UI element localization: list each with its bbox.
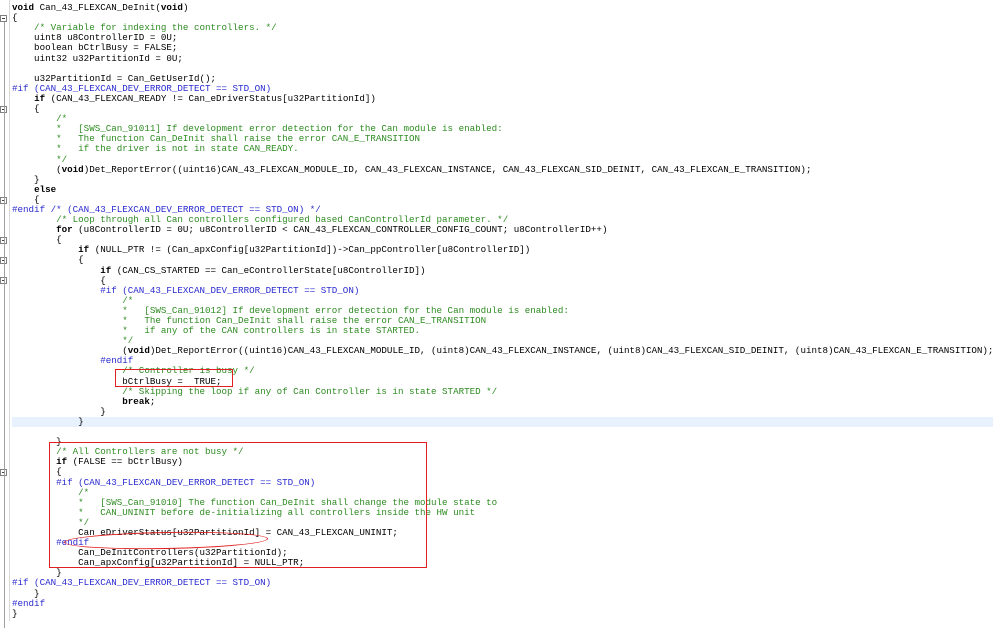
code-line[interactable]	[12, 427, 993, 437]
code-editor[interactable]: /* ... */void Can_43_FLEXCAN_DeInit(void…	[0, 0, 998, 628]
fold-gutter[interactable]	[0, 0, 10, 628]
code-line[interactable]: if (CAN_43_FLEXCAN_READY != Can_eDriverS…	[12, 93, 993, 104]
code-line[interactable]: break;	[12, 396, 993, 407]
code-line[interactable]: }	[12, 174, 993, 185]
code-line[interactable]: * if the driver is not in state CAN_READ…	[12, 144, 993, 154]
highlight-box-bctrlbusy	[115, 369, 233, 387]
code-line[interactable]: uint32 u32PartitionId = 0U;	[12, 53, 993, 64]
code-line[interactable]: }	[12, 608, 993, 619]
highlight-box-not-busy-block	[49, 442, 427, 568]
code-line[interactable]: else	[12, 184, 993, 195]
code-line[interactable]: }	[12, 416, 994, 428]
fold-toggle-icon[interactable]	[0, 14, 7, 22]
code-line[interactable]: #endif	[12, 598, 993, 609]
code-line[interactable]: if (NULL_PTR != (Can_apxConfig[u32Partit…	[12, 245, 993, 255]
code-line[interactable]: (void)Det_ReportError((uint16)CAN_43_FLE…	[12, 164, 993, 175]
code-line[interactable]: }	[12, 406, 993, 417]
code-line[interactable]: (void)Det_ReportError((uint16)CAN_43_FLE…	[12, 346, 993, 356]
code-line[interactable]: if (CAN_CS_STARTED == Can_eControllerSta…	[12, 265, 993, 276]
code-line[interactable]: /* Skipping the loop if any of Can Contr…	[12, 386, 993, 397]
code-line[interactable]: void Can_43_FLEXCAN_DeInit(void)	[12, 2, 993, 13]
fold-guide-line	[4, 22, 5, 628]
code-line[interactable]: #if (CAN_43_FLEXCAN_DEV_ERROR_DETECT == …	[12, 285, 993, 296]
code-line[interactable]: #if (CAN_43_FLEXCAN_DEV_ERROR_DETECT == …	[12, 578, 993, 588]
code-line[interactable]: {	[12, 103, 993, 114]
code-line[interactable]: * if any of the CAN controllers is in st…	[12, 326, 993, 336]
code-line[interactable]: for (u8ControllerID = 0U; u8ControllerID…	[12, 225, 993, 235]
code-line[interactable]: }	[12, 588, 993, 599]
